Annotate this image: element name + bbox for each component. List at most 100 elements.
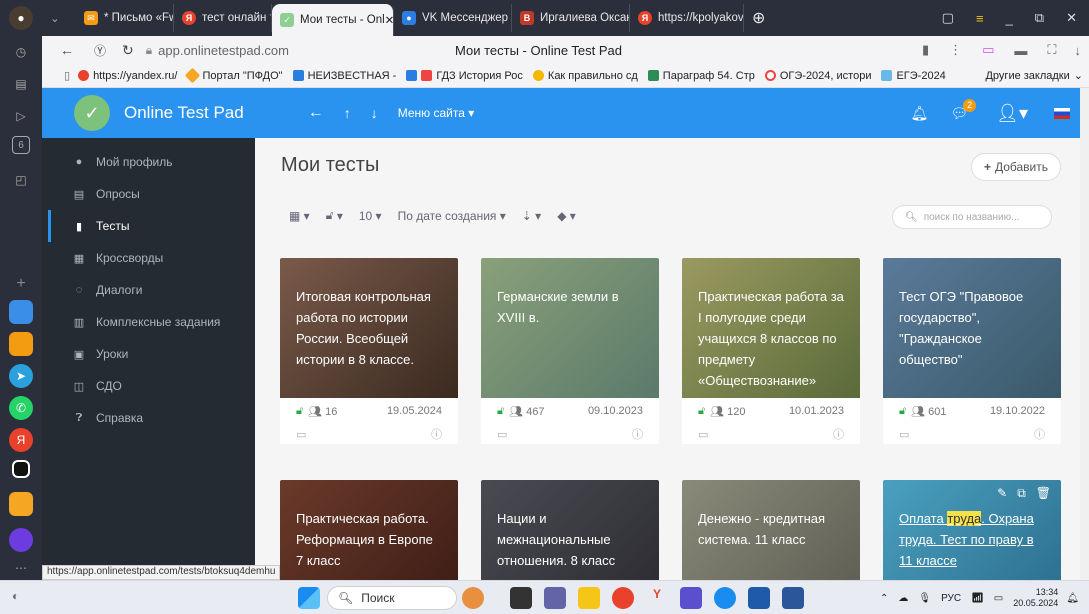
taskview-icon[interactable] (510, 587, 532, 609)
teams-icon[interactable] (544, 587, 566, 609)
logo-icon[interactable]: ✓ (74, 95, 110, 131)
folder-icon[interactable]: ▭ (296, 428, 306, 441)
widget-icon[interactable] (462, 587, 484, 609)
arrow-down-icon[interactable]: ↓ (371, 105, 378, 121)
download-icon[interactable]: ↓ (1075, 43, 1082, 58)
tab-vk[interactable]: ● VK Мессенджер (394, 4, 512, 32)
chevron-up-icon[interactable]: ⌃ (880, 593, 888, 604)
close-icon[interactable]: ✕ (385, 13, 393, 27)
sidebar-item-lessons[interactable]: ▣ Уроки (42, 338, 255, 370)
arrow-up-icon[interactable]: ↑ (344, 105, 351, 121)
sidebar-item-help[interactable]: ❓︎ Справка (42, 402, 255, 434)
messenger-icon[interactable] (9, 300, 33, 324)
sidebar-item-sdo[interactable]: ◫ СДО (42, 370, 255, 402)
sort-select[interactable]: По дате создания ▾ (398, 209, 506, 223)
brand[interactable]: Online Test Pad (124, 103, 244, 123)
sidebar-item-complex[interactable]: ▥ Комплексные задания (42, 306, 255, 338)
extensions-icon[interactable]: ⛶ (1047, 42, 1056, 58)
taskbar-search[interactable]: 🔍︎ Поиск (327, 586, 457, 610)
test-card[interactable]: Нации и межнациональные отношения. 8 кла… (481, 480, 659, 580)
telegram-icon[interactable]: ➤ (9, 364, 33, 388)
more-icon[interactable]: ⋯ (9, 556, 33, 580)
reload-icon[interactable]: ↻ (122, 42, 134, 59)
tag-filter[interactable]: ◆ ▾ (557, 209, 576, 223)
tab-search[interactable]: Ятест онлайн тест п (174, 4, 272, 32)
bookmark-oge[interactable]: ОГЭ-2024, истори (764, 70, 871, 82)
folder-icon[interactable]: ▭ (899, 428, 909, 441)
edit-icon[interactable]: ✎ (997, 486, 1007, 500)
play-icon[interactable]: ▷ (9, 104, 33, 128)
test-card[interactable]: Итоговая контрольная работа по истории Р… (280, 258, 458, 444)
sort-direction[interactable]: ⇣ ▾ (522, 209, 541, 223)
bookmark-paragraph[interactable]: Параграф 54. Стр (647, 70, 755, 82)
screenshot-icon[interactable]: ◰ (9, 168, 33, 192)
bookmark-howto[interactable]: Как правильно сд (532, 70, 638, 82)
access-filter[interactable]: 🔓︎ ▾ (326, 208, 343, 223)
test-card[interactable]: Тест ОГЭ "Правовое государство", "Гражда… (883, 258, 1061, 444)
bookmark-ege[interactable]: ЕГЭ-2024 (881, 70, 946, 82)
tab-kpolyakov[interactable]: Яhttps://kpolyakov. (630, 4, 744, 32)
bell-icon[interactable]: 🔔︎ (911, 105, 929, 122)
yandex-y-icon[interactable]: Y (646, 587, 668, 609)
mail-icon[interactable] (748, 587, 770, 609)
language-indicator[interactable]: РУС (941, 593, 961, 604)
test-card[interactable]: ✎ ⧉ 🗑︎ Оплата труда. Охрана труда. Тест по… (883, 480, 1061, 580)
tab-list-icon[interactable]: ⌄ (42, 4, 76, 32)
tab-my-tests[interactable]: ✓ Мои тесты - Onl ✕ (272, 4, 394, 36)
mic-icon[interactable]: 🎙︎ (918, 593, 931, 604)
sidebar-item-polls[interactable]: ▤ Опросы (42, 178, 255, 210)
word-icon[interactable] (782, 587, 804, 609)
clock[interactable]: 13:34 20.05.2024 (1013, 587, 1058, 609)
collections-icon[interactable]: ▢ (942, 10, 954, 26)
whatsapp-icon[interactable]: ✆ (9, 396, 33, 420)
menu-icon[interactable]: ≡ (976, 11, 984, 26)
plus-icon[interactable]: + (9, 272, 33, 296)
app-icon[interactable] (680, 587, 702, 609)
files-icon[interactable] (578, 587, 600, 609)
tab-person[interactable]: B Иргалиева Оксана (512, 4, 630, 32)
notification-icon[interactable]: 🔔︎ (1066, 593, 1079, 604)
test-card[interactable]: Денежно - кредитная система. 11 класс (682, 480, 860, 580)
alice-icon[interactable] (12, 460, 30, 478)
more-icon[interactable]: ⋮ (949, 42, 962, 58)
odnoklassniki-icon[interactable] (9, 332, 33, 356)
bookmark-icon[interactable]: ▮ (922, 42, 929, 58)
page-icon[interactable]: ▯ (64, 69, 70, 82)
search-input[interactable]: 🔍︎ поиск по названию... (892, 205, 1052, 229)
info-icon[interactable]: ⓘ (833, 426, 844, 442)
folder-icon[interactable]: ▭ (698, 428, 708, 441)
info-icon[interactable]: ⓘ (431, 426, 442, 442)
mail-icon[interactable] (9, 492, 33, 516)
arrow-left-icon[interactable]: ← (308, 104, 324, 122)
chrome-icon[interactable]: ◐ (12, 589, 19, 603)
flag-icon[interactable] (1054, 107, 1070, 119)
edge-icon[interactable] (714, 587, 736, 609)
sidebar-item-profile[interactable]: ● Мой профиль (42, 146, 255, 178)
cloud-icon[interactable]: ☁︎ (898, 593, 908, 604)
yandex-browser-icon[interactable] (612, 587, 634, 609)
close-window-icon[interactable]: ✕ (1066, 10, 1077, 26)
test-card[interactable]: Германские земли в XVIII в. 🔓︎ 👥︎ 467 09.1… (481, 258, 659, 444)
test-card[interactable]: Практическая работа за I полугодие среди… (682, 258, 860, 444)
test-card[interactable]: Практическая работа. Реформация в Европе… (280, 480, 458, 580)
wifi-icon[interactable]: 📶︎ (971, 593, 984, 604)
tab-count-icon[interactable]: 6 (12, 136, 30, 154)
new-tab-button[interactable]: ⊕ (744, 4, 772, 32)
battery-icon[interactable]: ▭ (994, 593, 1003, 604)
info-icon[interactable]: ⓘ (632, 426, 643, 442)
yandex-logo-icon[interactable]: Ⓨ (94, 42, 106, 59)
bookmark-yandex[interactable]: https://yandex.ru/ (78, 70, 177, 82)
other-bookmarks[interactable]: Другие закладки ⌄ (985, 69, 1083, 83)
windows-start-icon[interactable] (298, 587, 320, 609)
minimize-icon[interactable]: _ (1006, 11, 1013, 26)
delete-icon[interactable]: 🗑︎ (1036, 486, 1051, 500)
chat-icon[interactable]: 💬︎ 2 (950, 98, 977, 122)
back-icon[interactable]: ← (60, 42, 74, 58)
sidebar-item-crosswords[interactable]: ▦ Кроссворды (42, 242, 255, 274)
bookmark-gdz[interactable]: ГДЗ История Рос (406, 70, 523, 82)
info-icon[interactable]: ⓘ (1034, 426, 1045, 442)
alice-assistant-icon[interactable] (9, 528, 33, 552)
maximize-icon[interactable]: ⧉ (1035, 10, 1044, 26)
sidebar-item-tests[interactable]: ▮ Тесты (42, 210, 255, 242)
yandex-icon[interactable]: Я (9, 428, 33, 452)
